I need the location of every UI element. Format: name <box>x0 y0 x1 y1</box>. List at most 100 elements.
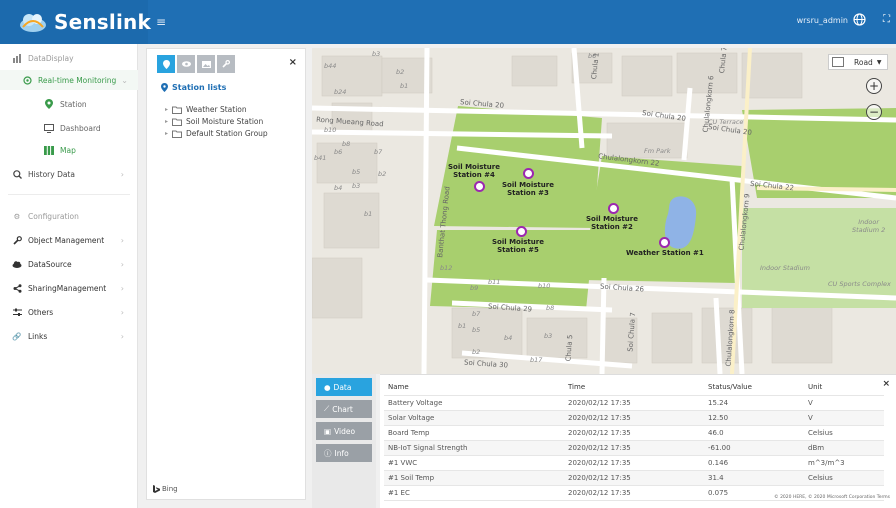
chevron-right-icon: › <box>120 283 124 293</box>
map-pin-icon <box>161 83 168 92</box>
station-label-weather-1: Weather Station #1 <box>626 249 704 257</box>
chevron-down-icon: ▼ <box>876 58 882 66</box>
block-label: b2 <box>472 348 481 356</box>
sidebar-item-object-management[interactable]: Object Management › <box>0 230 138 250</box>
brand-logo-area[interactable]: Senslink <box>0 0 151 44</box>
cloud-icon <box>12 259 22 269</box>
sidebar-item-label: Real-time Monitoring <box>38 75 117 85</box>
target-icon <box>22 75 32 85</box>
block-label: b3 <box>372 50 381 58</box>
sidebar-item-links[interactable]: 🔗 Links › <box>0 326 138 346</box>
line-chart-icon: ⟋ <box>324 404 330 413</box>
sidebar-item-realtime[interactable]: Real-time Monitoring ⌄ <box>0 70 138 90</box>
block-label: b5 <box>472 326 481 334</box>
sidebar-item-station[interactable]: Station <box>0 94 138 114</box>
block-label: b3 <box>544 332 553 340</box>
map-view[interactable]: Road ▼ + − Soi Chula 20 Soi Chula 20 Soi… <box>312 48 896 374</box>
station-marker-3[interactable] <box>523 168 534 179</box>
data-table-panel: × Name Time Status/Value Unit Battery Vo… <box>380 374 896 508</box>
block-label: b4 <box>504 334 513 342</box>
cell-value: 31.4 <box>704 470 804 486</box>
detail-tabs: ● Data ⟋ Chart ▣ Video ⓘ Info <box>312 374 376 508</box>
tab-video[interactable]: ▣ Video <box>316 422 372 440</box>
sidebar-item-dashboard[interactable]: Dashboard <box>0 118 138 138</box>
folder-icon <box>172 130 183 138</box>
image-tool-button[interactable] <box>197 55 215 73</box>
tab-chart[interactable]: ⟋ Chart <box>316 400 372 418</box>
sidebar-item-sharing[interactable]: SharingManagement › <box>0 278 138 298</box>
table-row[interactable]: Board Temp 2020/02/12 17:35 46.0 Celsius <box>384 425 884 441</box>
cell-value: 0.146 <box>704 455 804 471</box>
cell-unit: Celsius <box>804 425 884 441</box>
block-label: b24 <box>334 88 347 96</box>
column-header-name[interactable]: Name <box>384 379 564 396</box>
tree-item-weather-station[interactable]: ▸ Weather Station <box>165 105 247 114</box>
eye-tool-button[interactable] <box>177 55 195 73</box>
close-icon[interactable]: × <box>289 57 297 68</box>
sidebar: DataDisplay Real-time Monitoring ⌄ Stati… <box>0 44 138 508</box>
cell-time: 2020/02/12 17:35 <box>564 425 704 441</box>
tab-label: Chart <box>332 404 353 414</box>
table-row[interactable]: Solar Voltage 2020/02/12 17:35 12.50 V <box>384 410 884 426</box>
map-pin-tool-button[interactable] <box>157 55 175 73</box>
column-header-value[interactable]: Status/Value <box>704 379 804 396</box>
station-marker-5[interactable] <box>516 226 527 237</box>
station-marker-weather-1[interactable] <box>659 237 670 248</box>
chart-icon <box>12 53 22 63</box>
block-label: b44 <box>324 62 337 70</box>
sidebar-item-history[interactable]: History Data › <box>0 164 138 184</box>
sidebar-item-others[interactable]: Others › <box>0 302 138 322</box>
block-label: b1 <box>458 322 467 330</box>
menu-toggle-icon[interactable]: ≡ <box>156 15 166 29</box>
user-name[interactable]: wrsru_admin <box>797 16 848 25</box>
tree-item-label: Default Station Group <box>186 129 268 138</box>
gears-icon: ⚙ <box>13 211 21 221</box>
tree-item-soil-moisture-station[interactable]: ▸ Soil Moisture Station <box>165 117 263 126</box>
cell-name: #1 VWC <box>384 455 564 471</box>
table-row[interactable]: Battery Voltage 2020/02/12 17:35 15.24 V <box>384 395 884 411</box>
tab-data[interactable]: ● Data <box>316 378 372 396</box>
wrench-tool-button[interactable] <box>217 55 235 73</box>
zoom-out-button[interactable]: − <box>866 104 882 120</box>
sidebar-item-label: Object Management <box>28 235 105 245</box>
cell-value: -61.00 <box>704 440 804 456</box>
tab-info[interactable]: ⓘ Info <box>316 444 372 462</box>
cell-value: 46.0 <box>704 425 804 441</box>
zoom-in-button[interactable]: + <box>866 78 882 94</box>
cloud-logo-icon <box>18 11 48 33</box>
station-marker-2[interactable] <box>608 203 619 214</box>
map-style-select[interactable]: Road ▼ <box>828 54 888 70</box>
panel-title-text: Station lists <box>172 83 227 92</box>
cell-time: 2020/02/12 17:35 <box>564 395 704 411</box>
video-icon: ▣ <box>324 426 332 436</box>
table-row[interactable]: NB-IoT Signal Strength 2020/02/12 17:35 -6… <box>384 440 884 456</box>
column-header-time[interactable]: Time <box>564 379 704 396</box>
column-header-unit[interactable]: Unit <box>804 379 884 396</box>
sidebar-item-map[interactable]: Map <box>0 140 138 160</box>
cell-name: Board Temp <box>384 425 564 441</box>
sidebar-item-configuration[interactable]: ⚙ Configuration <box>0 206 138 226</box>
globe-icon[interactable] <box>853 13 866 26</box>
map-icon <box>44 145 54 155</box>
fullscreen-icon[interactable]: ⛶ <box>883 14 890 25</box>
chevron-right-icon: › <box>120 307 124 317</box>
block-label: b5 <box>352 168 361 176</box>
tab-label: Data <box>333 382 352 392</box>
block-label: b8 <box>342 140 351 148</box>
table-row[interactable]: #1 Soil Temp 2020/02/12 17:35 31.4 Celsius <box>384 470 884 486</box>
station-list-panel: × Station lists ▸ Weather Station ▸ Soil… <box>146 48 306 500</box>
cell-time: 2020/02/12 17:35 <box>564 440 704 456</box>
sidebar-item-datadisplay[interactable]: DataDisplay <box>0 48 138 68</box>
station-label-4: Soil Moisture Station #4 <box>448 163 500 179</box>
table-row[interactable]: #1 VWC 2020/02/12 17:35 0.146 m^3/m^3 <box>384 455 884 471</box>
bing-text: Bing <box>162 485 178 493</box>
block-label: b11 <box>488 278 501 286</box>
cell-name: NB-IoT Signal Strength <box>384 440 564 456</box>
sidebar-item-datasource[interactable]: DataSource › <box>0 254 138 274</box>
folder-icon <box>172 106 183 114</box>
cell-value: 15.24 <box>704 395 804 411</box>
tree-item-default-station-group[interactable]: ▸ Default Station Group <box>165 129 268 138</box>
station-marker-4[interactable] <box>474 181 485 192</box>
map-style-label: Road <box>854 57 873 67</box>
cell-time: 2020/02/12 17:35 <box>564 455 704 471</box>
